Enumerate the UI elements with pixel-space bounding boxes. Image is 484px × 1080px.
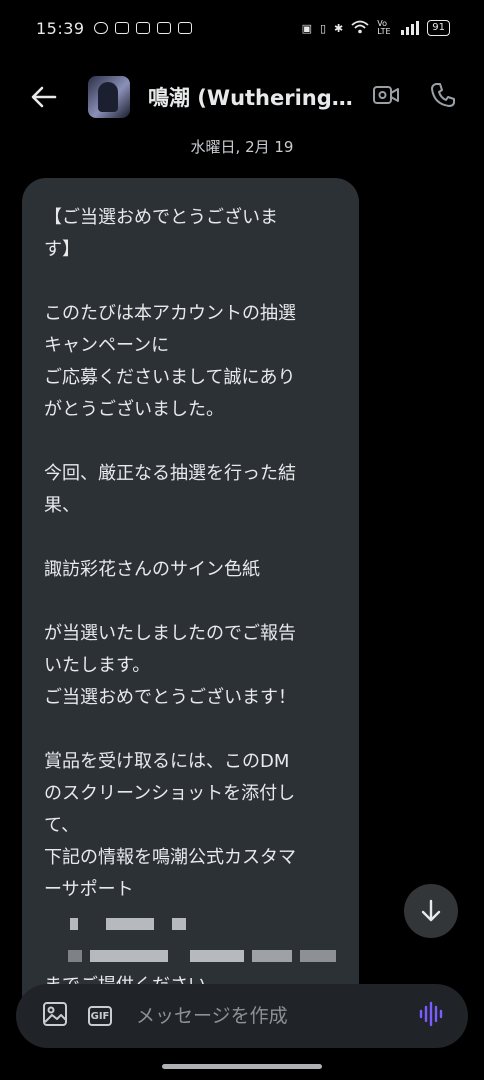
message-line: ーサポート	[44, 879, 134, 900]
message-line: 諏訪彩花さんのサイン色紙	[44, 559, 260, 580]
status-left: 15:39	[36, 19, 192, 38]
video-camera-icon	[373, 86, 399, 104]
header-actions	[372, 82, 456, 112]
battery-icon: 91	[427, 20, 450, 36]
line-app-icon	[93, 22, 108, 34]
voice-call-button[interactable]	[430, 82, 456, 112]
message-line: て、	[44, 815, 80, 836]
message-composer: GIF	[16, 984, 468, 1048]
avatar[interactable]	[88, 76, 130, 118]
message-line: が当選いたしましたのでご報告	[44, 623, 296, 644]
date-separator: 水曜日, 2月 19	[190, 138, 294, 156]
news-icon	[177, 22, 192, 34]
nfc-icon: ▣	[301, 21, 312, 35]
conversation-title[interactable]: 鳴潮 (Wuthering ...	[148, 82, 354, 112]
message-line: のスクリーンショットを添付し	[44, 783, 296, 804]
battery-level: 91	[432, 22, 445, 33]
voice-message-button[interactable]	[418, 1001, 444, 1031]
message-body: 【ご当選おめでとうございま す】このたびは本アカウントの抽選 キャンペーンにご応募く…	[44, 202, 337, 906]
message-line: 今回、厳正なる抽選を行った結	[44, 463, 296, 484]
phone-icon	[431, 83, 455, 107]
bluetooth-icon: ✱	[334, 21, 344, 35]
vibrate-icon: ▯	[319, 21, 327, 35]
message-line: キャンペーンに	[44, 335, 170, 356]
status-bar: 15:39 ▣ ▯ ✱ Vo LTE 91	[0, 0, 484, 56]
message-line: す】	[44, 239, 80, 260]
redacted-line	[44, 906, 337, 938]
twitch-icon	[156, 22, 171, 34]
message-input[interactable]	[134, 1004, 418, 1028]
youtube-icon	[114, 22, 129, 34]
message-line: いたします。	[44, 655, 151, 676]
status-time: 15:39	[36, 18, 85, 38]
message-line: このたびは本アカウントの抽選	[44, 303, 296, 324]
message-line: 果、	[44, 495, 80, 516]
audio-waveform-icon	[419, 1001, 443, 1027]
status-right: ▣ ▯ ✱ Vo LTE 91	[302, 20, 450, 37]
video-call-button[interactable]	[372, 84, 400, 110]
signal-icon	[401, 21, 420, 35]
image-icon	[43, 1002, 67, 1026]
scroll-to-bottom-button[interactable]	[404, 884, 458, 938]
message-line: 【ご当選おめでとうございま	[44, 207, 278, 228]
image-button[interactable]	[42, 1001, 68, 1031]
volte-label: Vo LTE	[377, 19, 391, 36]
wifi-icon	[351, 20, 369, 37]
back-arrow-icon	[31, 86, 57, 108]
message-line: ご応募くださいまして誠にあり	[44, 367, 296, 388]
notification-icons	[93, 22, 192, 34]
message-line: 賞品を受け取るには、このDM	[44, 751, 290, 772]
app-notification-icon	[135, 22, 150, 34]
message-line: がとうございました。	[44, 399, 224, 420]
redacted-line	[44, 938, 337, 970]
chat-header: 鳴潮 (Wuthering ...	[0, 70, 484, 124]
back-button[interactable]	[28, 81, 60, 113]
gif-button[interactable]: GIF	[88, 1006, 112, 1026]
message-bubble[interactable]: 【ご当選おめでとうございま す】このたびは本アカウントの抽選 キャンペーンにご応募く…	[22, 178, 359, 1018]
home-indicator	[162, 1064, 322, 1069]
message-line: ご当選おめでとうございます！	[44, 687, 296, 708]
arrow-down-icon	[421, 899, 441, 922]
message-line: 下記の情報を鳴潮公式カスタマ	[44, 847, 296, 868]
